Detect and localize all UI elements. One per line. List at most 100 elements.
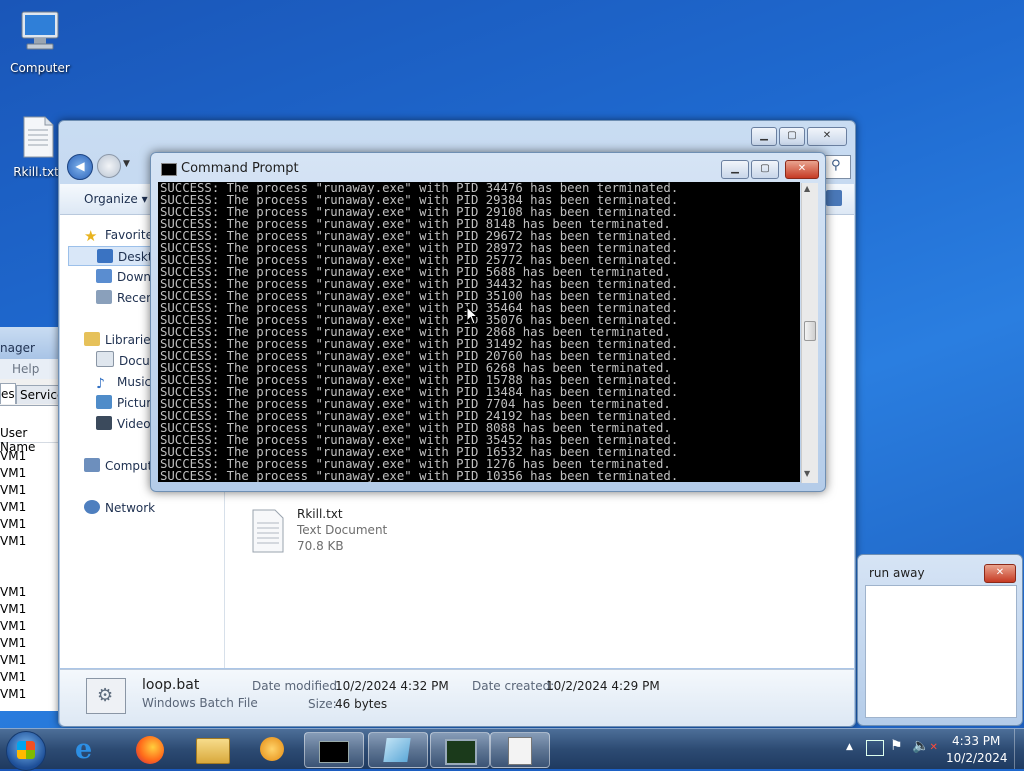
nav-label: Network: [105, 501, 156, 515]
task-manager-titlebar: nager: [0, 327, 58, 359]
task-manager-icon: [445, 739, 477, 765]
chevron-down-icon[interactable]: ▼: [123, 159, 130, 169]
search-icon: ⚲: [831, 158, 841, 173]
taskbar-windows-explorer[interactable]: [184, 732, 242, 766]
console-output[interactable]: SUCCESS: The process "runaway.exe" with …: [158, 182, 800, 482]
details-size-value: 46 bytes: [335, 697, 388, 711]
details-file-name: loop.bat: [142, 677, 200, 693]
rows-top: VM1 VM1 VM1 VM1 VM1 VM1: [0, 448, 26, 550]
downloads-icon: [96, 269, 112, 283]
column-header-user[interactable]: User Name: [0, 426, 58, 454]
menu-help[interactable]: Help: [12, 362, 39, 376]
command-prompt-icon: [319, 741, 349, 763]
table-row[interactable]: VM1: [0, 465, 26, 482]
details-size-label: Size:: [308, 697, 337, 711]
recent-places-icon: [96, 290, 112, 304]
mouse-cursor-icon: [466, 305, 479, 328]
volume-muted-icon[interactable]: 🔈✕: [912, 738, 938, 754]
action-center-flag-icon[interactable]: ⚑: [890, 738, 903, 754]
documents-icon: [96, 351, 114, 367]
table-row[interactable]: VM1: [0, 669, 26, 686]
help-icon[interactable]: [826, 190, 842, 206]
taskbar-task-manager[interactable]: [430, 732, 490, 768]
table-row[interactable]: VM1: [0, 601, 26, 618]
search-button[interactable]: ⚲: [825, 155, 851, 179]
details-modified-value: 10/2/2024 4:32 PM: [335, 679, 449, 693]
details-pane: ⚙ loop.bat Windows Batch File Date modif…: [60, 669, 854, 726]
nav-label: Comput: [105, 459, 153, 473]
pictures-icon: [96, 395, 112, 409]
nav-downloads[interactable]: Downl: [96, 267, 154, 287]
window-title: run away: [869, 566, 925, 580]
scrollbar-thumb[interactable]: [804, 321, 816, 341]
forward-button[interactable]: [97, 154, 121, 178]
batch-file-icon: ⚙: [86, 678, 126, 714]
task-manager-window[interactable]: nager Help es Services User Name VM1 VM1 V…: [0, 327, 71, 711]
maximize-button[interactable]: ▢: [779, 127, 805, 146]
table-row[interactable]: VM1: [0, 584, 26, 601]
details-created-label: Date created:: [472, 679, 555, 693]
file-name: Rkill.txt: [297, 507, 343, 521]
table-row[interactable]: VM1: [0, 618, 26, 635]
show-hidden-icons-arrow-icon[interactable]: ▲: [846, 742, 853, 752]
windows-explorer-icon: [196, 738, 230, 764]
taskbar: e ▲ ⚑ 🔈✕ 4:33 PM 10/2/2024: [0, 728, 1024, 771]
table-row[interactable]: VM1: [0, 448, 26, 465]
libraries-icon: [84, 332, 100, 346]
close-button[interactable]: ✕: [984, 564, 1016, 583]
taskbar-command-prompt[interactable]: [304, 732, 364, 768]
table-row[interactable]: VM1: [0, 516, 26, 533]
network-icon: [84, 500, 100, 514]
task-manager-title: nager: [0, 341, 35, 355]
text-file-icon: [251, 509, 285, 556]
nav-pictures[interactable]: Picture: [96, 393, 158, 413]
table-row[interactable]: VM1: [0, 686, 26, 703]
run-away-window[interactable]: run away ✕: [857, 554, 1023, 726]
minimize-button[interactable]: ▁: [751, 127, 777, 146]
show-desktop-button[interactable]: [1014, 729, 1024, 769]
taskbar-batch-file[interactable]: [490, 732, 550, 768]
desktop-icon-computer[interactable]: Computer: [0, 8, 80, 75]
clock-date[interactable]: 10/2/2024: [946, 751, 1008, 765]
taskbar-notepad[interactable]: [368, 732, 428, 768]
nav-music[interactable]: ♪ Music: [96, 372, 151, 392]
table-row[interactable]: VM1: [0, 652, 26, 669]
process-list[interactable]: User Name VM1 VM1 VM1 VM1 VM1 VM1 VM1 VM1 VM1 VM…: [0, 405, 58, 711]
maximize-button[interactable]: ▢: [751, 160, 779, 179]
table-row[interactable]: VM1: [0, 482, 26, 499]
scroll-up-arrow-icon[interactable]: ▲: [804, 184, 810, 193]
dialog-body: [865, 585, 1017, 718]
tab-processes[interactable]: es: [1, 387, 15, 401]
nav-libraries[interactable]: Libraries: [84, 330, 157, 350]
nav-network[interactable]: Network: [84, 498, 155, 518]
table-row[interactable]: VM1: [0, 635, 26, 652]
taskbar-internet-explorer[interactable]: e: [62, 732, 120, 766]
vertical-scrollbar[interactable]: ▲ ▼: [801, 183, 818, 483]
taskbar-firefox[interactable]: [122, 732, 180, 766]
table-row[interactable]: VM1: [0, 533, 26, 550]
details-created-value: 10/2/2024 4:29 PM: [546, 679, 660, 693]
table-row[interactable]: VM1: [0, 499, 26, 516]
taskbar-media-player[interactable]: [244, 732, 302, 766]
rows-bottom: VM1 VM1 VM1 VM1 VM1 VM1 VM1: [0, 584, 26, 703]
nav-favorites[interactable]: ★ Favorites: [84, 225, 159, 245]
nav-computer[interactable]: Comput: [84, 456, 152, 476]
organize-button[interactable]: Organize ▾: [84, 192, 148, 206]
nav-documents[interactable]: Docun: [96, 351, 157, 371]
file-type: Text Document: [297, 523, 388, 537]
computer-icon: [84, 458, 100, 472]
scroll-down-arrow-icon[interactable]: ▼: [804, 469, 810, 478]
network-tray-icon[interactable]: [866, 740, 884, 756]
nav-label: Music: [117, 375, 152, 389]
batch-file-icon: [508, 737, 532, 765]
minimize-button[interactable]: ▁: [721, 160, 749, 179]
clock-time[interactable]: 4:33 PM: [952, 734, 1000, 748]
close-button[interactable]: ✕: [807, 127, 847, 146]
close-button[interactable]: ✕: [785, 160, 819, 179]
console-text: SUCCESS: The process "runaway.exe" with …: [158, 182, 800, 482]
back-button[interactable]: ◀: [67, 154, 93, 180]
media-player-icon: [260, 737, 284, 761]
start-button[interactable]: [6, 731, 46, 771]
nav-videos[interactable]: Videos: [96, 414, 157, 434]
nav-label: Downl: [117, 270, 155, 284]
